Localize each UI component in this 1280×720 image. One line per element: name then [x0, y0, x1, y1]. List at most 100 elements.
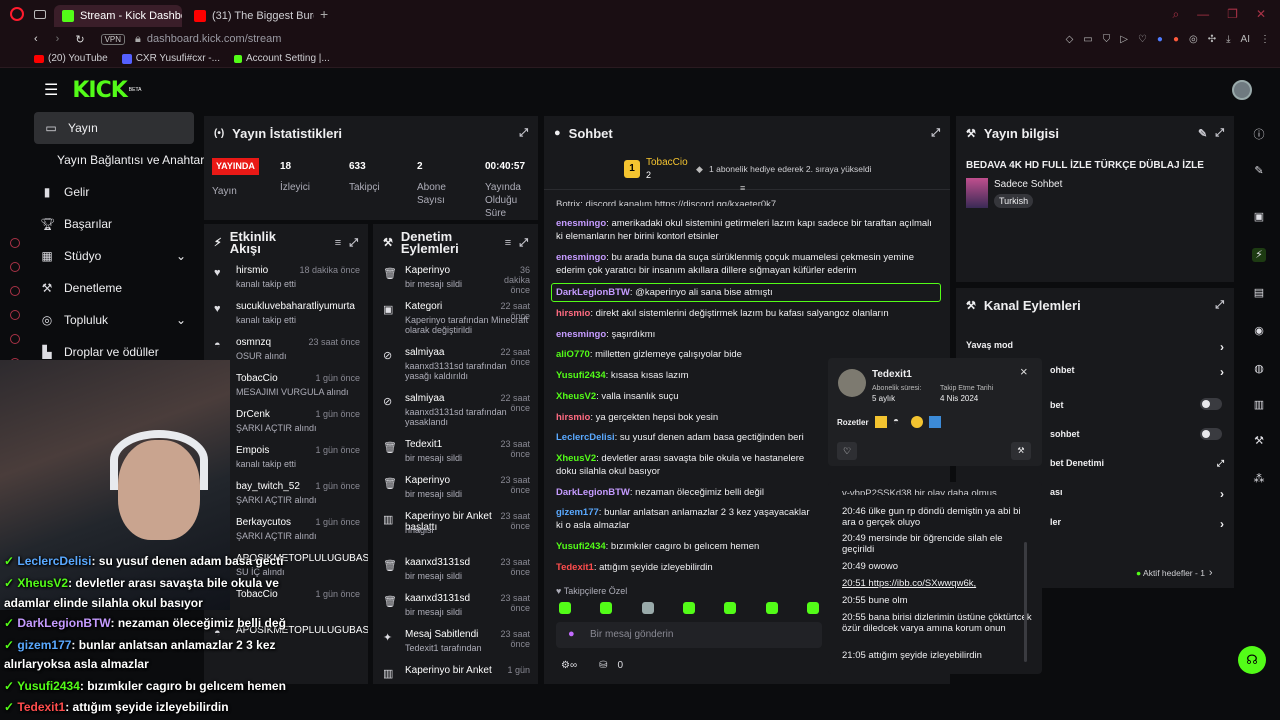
action-row[interactable]: bet Denetimi ⤢: [1050, 458, 1224, 469]
sidebar-app-icon[interactable]: [10, 334, 20, 344]
chevron-right-icon[interactable]: ›: [1220, 517, 1224, 531]
moderation-title[interactable]: kaanxd3131sd: [405, 557, 495, 568]
chat-username[interactable]: Yusufi2434: [556, 370, 606, 381]
external-icon[interactable]: ⤢: [1217, 458, 1224, 469]
emote-icon[interactable]: [806, 602, 819, 614]
emote-icon[interactable]: [682, 602, 695, 614]
chevron-right-icon[interactable]: ›: [1220, 487, 1224, 501]
activity-username[interactable]: bay_twitch_52: [236, 481, 300, 492]
moderation-title[interactable]: kaanxd3131sd: [405, 593, 495, 604]
url-field[interactable]: dashboard.kick.com/stream: [147, 33, 282, 45]
filter-icon[interactable]: ≡: [505, 237, 511, 249]
activity-row[interactable]: ♥ hirsmio 18 dakika önce kanalı takip etti: [204, 262, 368, 298]
chat-username[interactable]: enesmingo: [556, 329, 606, 340]
back-icon[interactable]: ‹: [34, 33, 38, 45]
gifter-name[interactable]: TobacCio: [646, 157, 688, 168]
chat-username[interactable]: aliO770: [556, 349, 590, 360]
reload-icon[interactable]: ↻: [75, 33, 84, 46]
chat-message[interactable]: gizem177: bunlar anlatsan anlamazlar 2 3…: [556, 506, 818, 534]
avatar[interactable]: [1232, 80, 1252, 100]
opera-icon[interactable]: [10, 7, 24, 21]
moderation-title[interactable]: Kategori: [405, 301, 495, 312]
chat-username[interactable]: enesmingo: [556, 218, 606, 229]
ext-gray-icon[interactable]: ◎: [1189, 34, 1198, 45]
info-icon[interactable]: ⓘ: [1252, 126, 1266, 141]
bolt-icon[interactable]: ⚡︎: [1252, 248, 1266, 262]
popup-username[interactable]: Tedexit1: [872, 369, 912, 380]
minimize-icon[interactable]: —: [1197, 7, 1209, 22]
sidebar-app-icon[interactable]: [10, 262, 20, 272]
chat-username[interactable]: hirsmio: [556, 412, 590, 423]
mod-action-button[interactable]: ⚒: [1011, 442, 1031, 460]
wrench-icon[interactable]: ⚒: [1252, 434, 1266, 448]
close-button[interactable]: ×: [1020, 364, 1028, 379]
bookmark-youtube[interactable]: (20) YouTube: [34, 53, 108, 64]
forward-icon[interactable]: ›: [56, 33, 60, 45]
bookmark-icon[interactable]: ◇: [1066, 34, 1074, 45]
action-row[interactable]: bet: [1050, 400, 1224, 410]
chat-username[interactable]: Tedexit1: [556, 562, 594, 573]
play-icon[interactable]: ▷: [1120, 34, 1128, 45]
chat-username[interactable]: Yusufi2434: [556, 541, 606, 552]
sidebar-item-studyo[interactable]: ▦ Stüdyo ⌄: [30, 240, 198, 272]
chat-username[interactable]: enesmingo: [556, 252, 606, 263]
sidebar-item-topluluk[interactable]: ◎ Topluluk ⌄: [30, 304, 198, 336]
download-icon[interactable]: ⤓: [1226, 34, 1230, 45]
sidebar-item-denetleme[interactable]: ⚒ Denetleme: [30, 272, 198, 304]
moderation-title[interactable]: Tedexit1: [405, 439, 495, 450]
microphone-icon[interactable]: ●: [568, 628, 575, 640]
emote-icon[interactable]: [765, 602, 778, 614]
chat-message[interactable]: enesmingo: amerikadaki okul sistemini ge…: [556, 217, 940, 243]
category-name[interactable]: Sadece Sohbet: [994, 179, 1062, 190]
sidebar-item-yayin[interactable]: ▭ Yayın: [34, 112, 194, 144]
ext-red-icon[interactable]: ●: [1173, 34, 1179, 45]
chat-message[interactable]: hirsmio: direkt akıl sistemlerini değişt…: [556, 307, 940, 320]
search-icon[interactable]: ⌕: [1172, 7, 1179, 22]
emote-icon[interactable]: [600, 602, 613, 614]
camera-icon[interactable]: ▭: [1083, 34, 1092, 45]
chat-input[interactable]: ● Bir mesaj gönderin: [556, 622, 822, 648]
tag-pill[interactable]: Turkish: [994, 194, 1034, 208]
moderation-title[interactable]: Mesaj Sabitlendi: [405, 629, 495, 640]
tab-youtube[interactable]: (31) The Biggest Burger W...: [186, 5, 314, 27]
document-icon[interactable]: ▤: [1252, 286, 1266, 300]
chat-username[interactable]: gizem177: [556, 507, 599, 518]
settings-icon[interactable]: ⚙︎∞: [561, 660, 577, 671]
expand-icon[interactable]: ⤢: [519, 237, 528, 249]
scrollbar[interactable]: [1024, 542, 1027, 662]
chat-username[interactable]: DarkLegionBTW: [556, 487, 630, 498]
expand-icon[interactable]: ⤢: [349, 237, 358, 249]
hamburger-icon[interactable]: ☰: [44, 80, 58, 100]
ai-button[interactable]: AI: [1241, 34, 1250, 45]
collapse-icon[interactable]: ≡: [740, 183, 745, 193]
action-row[interactable]: ası ›: [1050, 487, 1224, 501]
chat-message[interactable]: enesmingo: şaşırdıkmı: [556, 328, 940, 341]
activity-username[interactable]: TobacCio: [236, 373, 278, 384]
toggle-switch[interactable]: [1200, 428, 1222, 440]
activity-username[interactable]: TobacCio: [236, 589, 278, 600]
action-row[interactable]: ler ›: [1050, 517, 1224, 531]
activity-row[interactable]: ♥ sucukluvebaharatliyumurta kanalı takip e…: [204, 298, 368, 334]
maximize-icon[interactable]: ❐: [1227, 7, 1238, 22]
chevron-right-icon[interactable]: ›: [1220, 340, 1224, 354]
broadcast-icon[interactable]: ◍: [1252, 362, 1266, 376]
edit-icon[interactable]: ✎: [1252, 164, 1266, 178]
action-row[interactable]: sohbet: [1050, 429, 1080, 439]
history-message[interactable]: 20:51 https://ibb.co/SXwwqw6k,: [842, 578, 1032, 589]
help-button[interactable]: ☊: [1238, 646, 1266, 674]
expand-icon[interactable]: ⤢: [1215, 299, 1224, 312]
sidebar-item-basarilar[interactable]: 🏆︎ Başarılar: [30, 208, 198, 240]
edit-icon[interactable]: ✎: [1198, 127, 1207, 140]
emote-icon[interactable]: [641, 602, 654, 614]
camera-icon[interactable]: ▣: [1252, 210, 1266, 224]
expand-icon[interactable]: ⤢: [1215, 127, 1224, 140]
activity-username[interactable]: DrCenk: [236, 409, 270, 420]
sidebar-app-icon[interactable]: [10, 238, 20, 248]
moderation-title[interactable]: salmiyaa: [405, 393, 495, 404]
new-tab-button[interactable]: +: [320, 6, 328, 22]
action-row[interactable]: ohbet ›: [1050, 365, 1224, 379]
chat-message[interactable]: XheusV2: devletler arası savaşta bile ok…: [556, 452, 818, 480]
sidebar-app-icon[interactable]: [10, 310, 20, 320]
kick-logo[interactable]: KICK: [72, 78, 127, 103]
activity-username[interactable]: osmnzq: [236, 337, 271, 348]
